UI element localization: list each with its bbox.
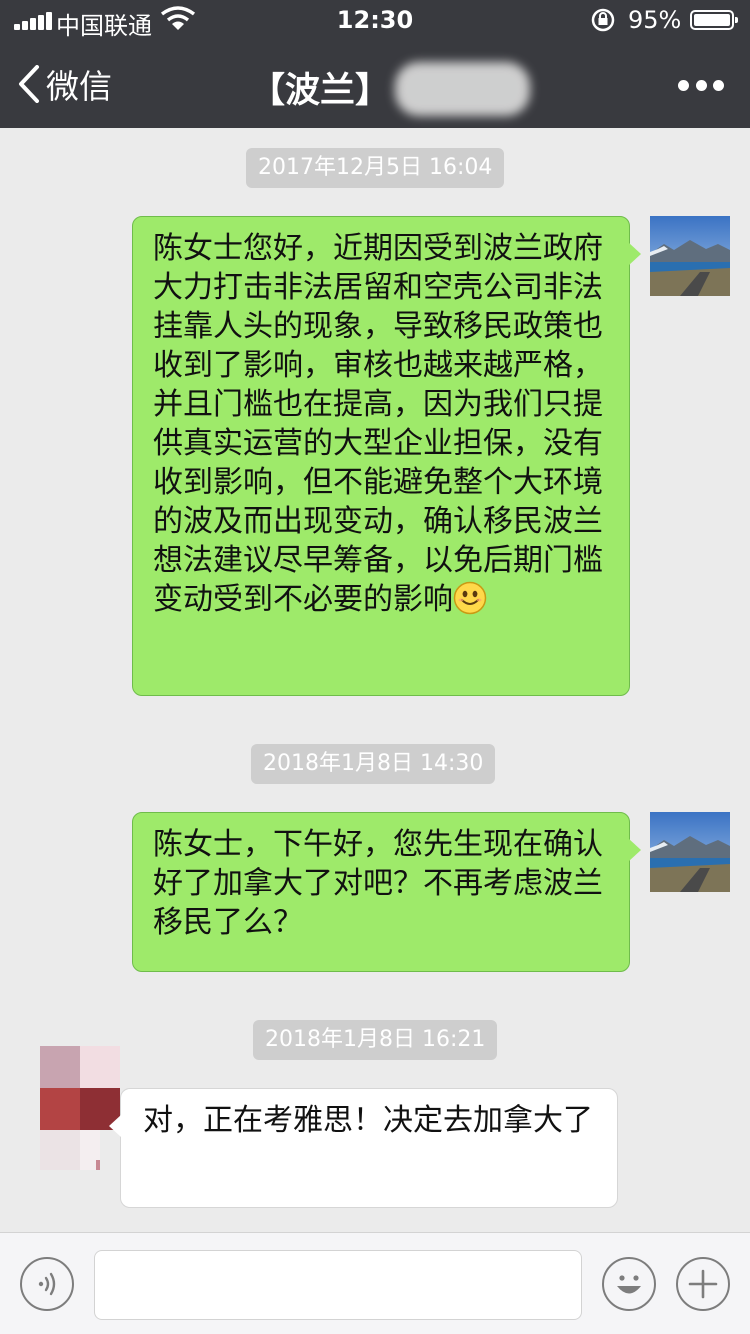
battery-percent: 95%	[628, 6, 682, 34]
back-label: 微信	[46, 67, 112, 106]
message-input[interactable]	[94, 1250, 582, 1320]
message-text: 对，正在考雅思！决定去加拿大了	[143, 1103, 593, 1138]
chat-title: 【波兰】	[250, 71, 391, 111]
contact-avatar-pixelated[interactable]	[40, 1046, 120, 1170]
back-button[interactable]: 微信	[18, 62, 112, 106]
timestamp: 2017年12月5日 16:04	[246, 148, 505, 188]
battery-icon	[690, 10, 738, 30]
more-functions-button[interactable]	[676, 1257, 730, 1311]
sent-message-bubble[interactable]: 陈女士，下午好，您先生现在确认好了加拿大了对吧？不再考虑波兰移民了么？	[132, 812, 641, 972]
input-bar	[0, 1232, 750, 1334]
voice-icon	[38, 1272, 56, 1296]
timestamp: 2018年1月8日 14:30	[251, 744, 496, 784]
my-avatar[interactable]	[650, 812, 730, 892]
plus-icon	[688, 1269, 718, 1299]
message-text: 陈女士，下午好，您先生现在确认好了加拿大了对吧？不再考虑波兰移民了么？	[153, 827, 603, 940]
top-bar: 中国联通 12:30 95% 微信 【波兰】	[0, 0, 750, 128]
more-options-button[interactable]	[678, 80, 724, 92]
smile-emoji-icon	[453, 581, 487, 615]
emoji-icon	[617, 1275, 641, 1294]
sent-message-bubble[interactable]: 陈女士您好，近期因受到波兰政府大力打击非法居留和空壳公司非法挂靠人头的现象，导致…	[132, 216, 641, 696]
blurred-contact-name	[395, 62, 530, 116]
message-text: 陈女士您好，近期因受到波兰政府大力打击非法居留和空壳公司非法挂靠人头的现象，导致…	[153, 231, 603, 617]
rotation-lock-icon	[591, 8, 615, 32]
my-avatar[interactable]	[650, 216, 730, 296]
timestamp: 2018年1月8日 16:21	[253, 1020, 498, 1060]
emoji-button[interactable]	[602, 1257, 656, 1311]
chevron-left-icon	[19, 65, 39, 103]
voice-button[interactable]	[20, 1257, 74, 1311]
received-message-bubble[interactable]: 对，正在考雅思！决定去加拿大了	[109, 1088, 618, 1208]
nav-bar: 微信 【波兰】	[0, 40, 750, 128]
status-bar: 中国联通 12:30 95%	[0, 0, 750, 40]
